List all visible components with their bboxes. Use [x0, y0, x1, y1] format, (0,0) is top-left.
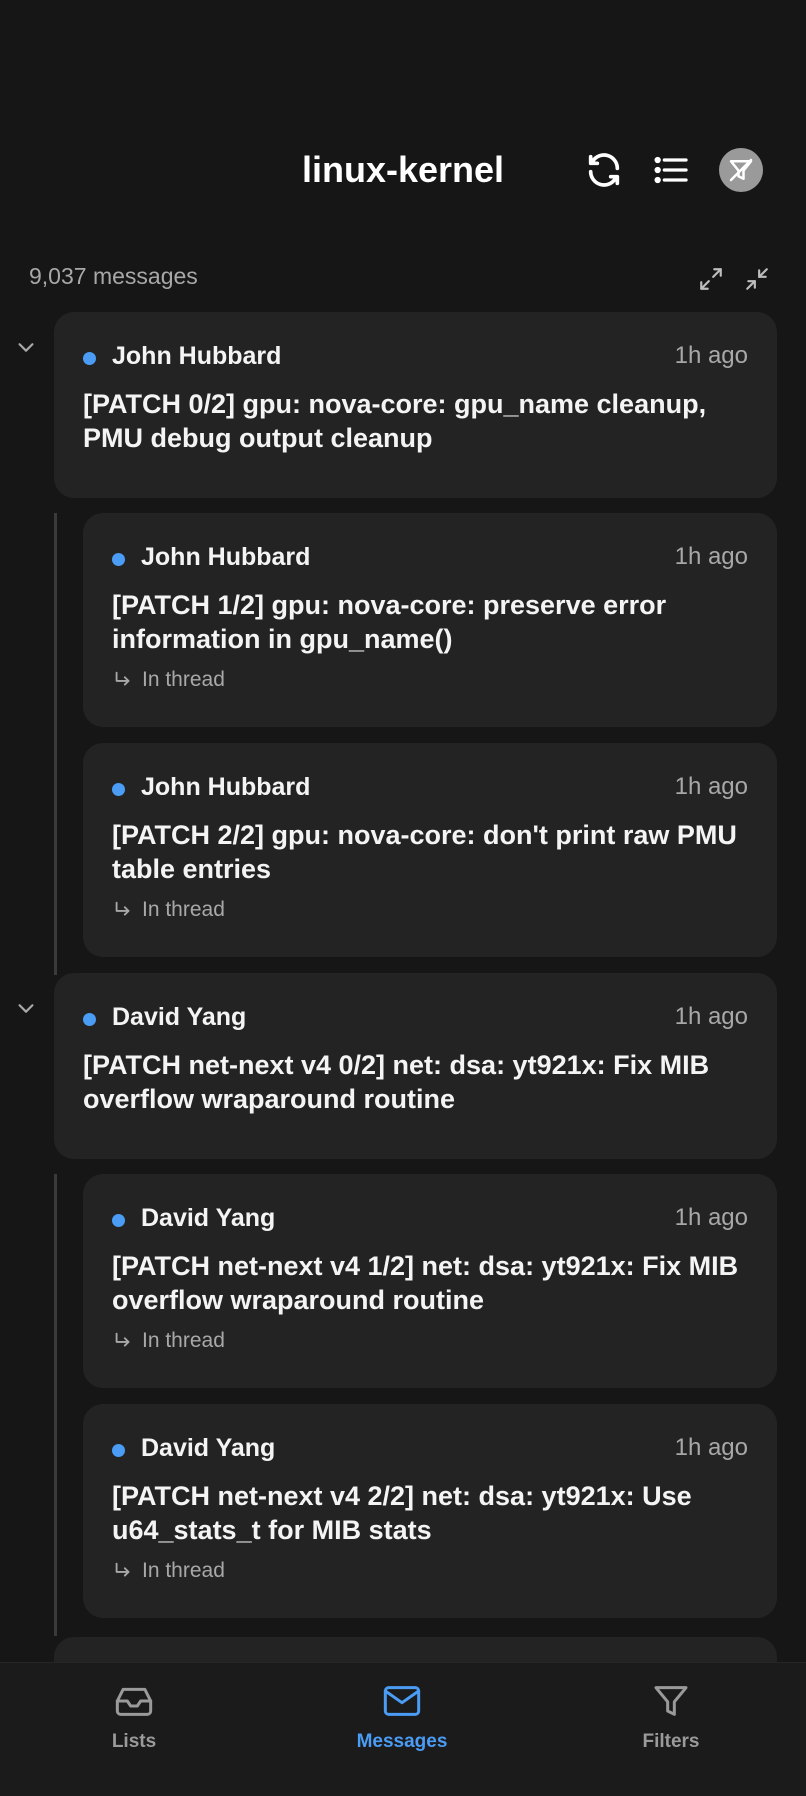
timestamp: 1h ago	[674, 1204, 748, 1231]
timestamp: 1h ago	[674, 342, 748, 369]
message-list[interactable]: John Hubbard 1h ago [PATCH 0/2] gpu: nov…	[0, 312, 806, 1662]
mail-icon	[383, 1686, 421, 1716]
unread-dot	[112, 1444, 125, 1457]
nav-filters[interactable]: Filters	[591, 1681, 751, 1753]
filter-off-icon	[729, 158, 753, 182]
in-thread-indicator: In thread	[112, 1559, 225, 1583]
in-thread-indicator: In thread	[112, 668, 225, 692]
nav-messages[interactable]: Messages	[322, 1681, 482, 1753]
reply-arrow-icon	[115, 1562, 130, 1577]
author-name: John Hubbard	[141, 543, 311, 571]
reply-arrow-icon	[115, 671, 130, 686]
refresh-icon	[588, 153, 620, 187]
unread-dot	[112, 1214, 125, 1227]
timestamp: 1h ago	[674, 1003, 748, 1030]
author-name: John Hubbard	[112, 342, 282, 370]
timestamp: 1h ago	[674, 1434, 748, 1461]
message-subject: [PATCH net-next v4 0/2] net: dsa: yt921x…	[83, 1050, 710, 1114]
filter-icon	[654, 1686, 688, 1716]
reply-card[interactable]: John Hubbard 1h ago [PATCH 2/2] gpu: nov…	[83, 743, 777, 957]
reply-arrow-icon	[115, 1332, 130, 1347]
thread-line	[54, 1174, 57, 1636]
in-thread-label: In thread	[142, 668, 225, 691]
author-name: David Yang	[141, 1204, 276, 1232]
in-thread-label: In thread	[142, 1559, 225, 1582]
expand-all-button[interactable]	[696, 264, 726, 294]
message-subject: [PATCH 2/2] gpu: nova-core: don't print …	[112, 820, 737, 884]
unread-dot	[112, 553, 125, 566]
collapse-thread-toggle[interactable]	[13, 334, 39, 360]
author-name: David Yang	[141, 1434, 276, 1462]
in-thread-label: In thread	[142, 1329, 225, 1352]
app-header: linux-kernel	[0, 0, 806, 230]
chevron-down-icon	[18, 343, 34, 352]
author-name: John Hubbard	[141, 773, 311, 801]
unread-dot	[83, 1013, 96, 1026]
timestamp: 1h ago	[674, 543, 748, 570]
nav-messages-label: Messages	[356, 1731, 448, 1752]
unread-dot	[112, 783, 125, 796]
reply-card[interactable]: David Yang 1h ago [PATCH net-next v4 2/2…	[83, 1404, 777, 1618]
nav-filters-label: Filters	[642, 1731, 700, 1752]
nav-lists[interactable]: Lists	[54, 1681, 214, 1753]
thread-root-card[interactable]	[54, 1637, 777, 1662]
thread-root-card[interactable]: David Yang 1h ago [PATCH net-next v4 0/2…	[54, 973, 777, 1159]
refresh-button[interactable]	[582, 148, 626, 192]
reply-card[interactable]: John Hubbard 1h ago [PATCH 1/2] gpu: nov…	[83, 513, 777, 727]
clear-filter-button[interactable]	[719, 148, 763, 192]
inbox-icon	[115, 1687, 153, 1716]
unread-dot	[83, 352, 96, 365]
in-thread-indicator: In thread	[112, 898, 225, 922]
expand-icon	[700, 268, 722, 290]
reply-arrow-icon	[115, 901, 130, 916]
message-count: 9,037 messages	[29, 263, 198, 289]
collapse-icon	[746, 268, 768, 290]
nav-lists-label: Lists	[111, 1731, 157, 1752]
collapse-all-button[interactable]	[742, 264, 772, 294]
collapse-thread-toggle[interactable]	[13, 995, 39, 1021]
in-thread-label: In thread	[142, 898, 225, 921]
bottom-nav: Lists Messages Filters	[0, 1662, 806, 1796]
list-icon	[654, 156, 688, 184]
list-view-button[interactable]	[649, 148, 693, 192]
in-thread-indicator: In thread	[112, 1329, 225, 1353]
message-subject: [PATCH 1/2] gpu: nova-core: preserve err…	[112, 590, 667, 654]
message-subject: [PATCH net-next v4 2/2] net: dsa: yt921x…	[112, 1481, 692, 1545]
message-subject: [PATCH 0/2] gpu: nova-core: gpu_name cle…	[83, 389, 707, 453]
reply-card[interactable]: David Yang 1h ago [PATCH net-next v4 1/2…	[83, 1174, 777, 1388]
chevron-down-icon	[18, 1004, 34, 1013]
timestamp: 1h ago	[674, 773, 748, 800]
author-name: David Yang	[112, 1003, 247, 1031]
thread-root-card[interactable]: John Hubbard 1h ago [PATCH 0/2] gpu: nov…	[54, 312, 777, 498]
message-subject: [PATCH net-next v4 1/2] net: dsa: yt921x…	[112, 1251, 739, 1315]
thread-line	[54, 513, 57, 975]
